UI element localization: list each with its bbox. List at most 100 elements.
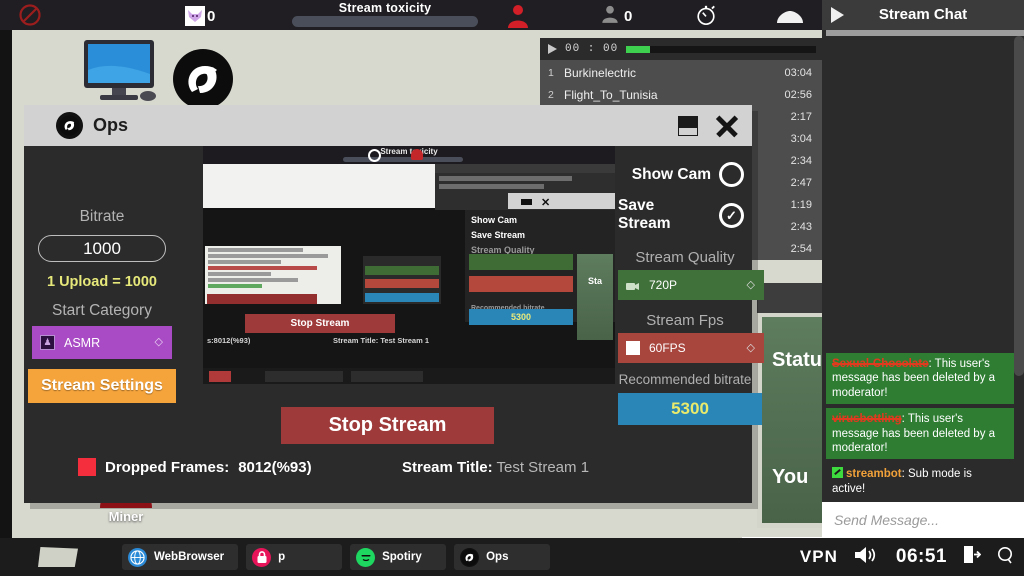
search-icon[interactable] (997, 546, 1014, 569)
stream-chat-header[interactable]: Stream Chat (822, 0, 1024, 30)
chevron-updown-icon: ◇ (154, 336, 163, 348)
bitrate-label: Bitrate (79, 208, 125, 225)
lock-icon (252, 547, 272, 567)
show-cam-toggle[interactable]: Show Cam (618, 162, 752, 187)
preview-dropped-frames: s:8012(%93) (207, 336, 251, 345)
cloud-icon (775, 10, 805, 29)
show-cam-label: Show Cam (631, 165, 711, 183)
no-entry-icon (18, 3, 42, 27)
stopwatch-icon (695, 4, 717, 31)
exit-door-icon[interactable] (963, 545, 982, 569)
music-player-controls[interactable]: 00 : 00 (540, 38, 822, 60)
taskbar-item-ops[interactable]: Ops (454, 544, 551, 570)
track-duration: 03:04 (784, 67, 812, 79)
save-stream-toggle[interactable]: Save Stream ✓ (618, 197, 752, 233)
track-duration: 2:54 (790, 243, 812, 255)
stream-chat-panel[interactable]: Stream Chat Sexual-Chocolate: This user'… (822, 0, 1024, 538)
preview-red-person-icon (411, 149, 423, 160)
preview-stream-title: Stream Title: Test Stream 1 (333, 336, 430, 345)
stream-toxicity-bar (292, 16, 478, 27)
stream-fps-value: 60FPS (649, 341, 686, 355)
start-category-select[interactable]: ♟ ASMR ◇ (32, 326, 172, 359)
chat-message: Sexual-Chocolate: This user's message ha… (826, 353, 1014, 405)
track-duration: 3:04 (790, 133, 812, 145)
stream-fps-select[interactable]: 60FPS ◇ (618, 333, 764, 363)
stream-chat-messages: Sexual-Chocolate: This user's message ha… (826, 353, 1014, 500)
os-taskbar[interactable]: WebBrowser p Spotiry Ops VPN 06:51 (0, 538, 1024, 576)
preview-stop-stream-button: Stop Stream (245, 314, 395, 333)
music-time: 00 : 00 (565, 43, 619, 55)
preview-mini-toolbar (435, 164, 615, 173)
preview-fps-select (469, 276, 573, 292)
stream-quality-select[interactable]: 720P ◇ (618, 270, 764, 300)
monitor-icon[interactable] (82, 40, 162, 102)
cat-avatar-icon (185, 6, 205, 26)
preview-taskbar-item (351, 371, 423, 382)
verified-bot-icon (832, 467, 843, 479)
viewer-counter: 0 (600, 4, 632, 29)
stream-toxicity-meter: Stream toxicity (280, 0, 490, 30)
recommended-bitrate-value: 5300 (618, 393, 762, 425)
preview-white-window (203, 164, 435, 208)
taskbar-item-webbrowser[interactable]: WebBrowser (122, 544, 239, 570)
chat-username: streambot (846, 468, 902, 481)
stream-title-row: Stream Title: Test Stream 1 (402, 459, 589, 476)
track-duration: 02:56 (784, 89, 812, 101)
speaker-icon[interactable] (854, 545, 880, 570)
stream-toxicity-label: Stream toxicity (338, 1, 432, 15)
viewer-count: 0 (624, 8, 633, 25)
track-duration: 2:43 (790, 221, 812, 233)
stop-stream-button[interactable]: Stop Stream (281, 407, 494, 444)
stream-settings-button[interactable]: Stream Settings (28, 369, 176, 403)
dropped-frames-value: 8012(%93) (238, 458, 312, 476)
bitrate-input[interactable]: 1000 (38, 235, 166, 262)
taskbar-apps[interactable]: WebBrowser p Spotiry Ops (122, 544, 551, 570)
chevron-updown-icon: ◇ (746, 341, 755, 354)
show-cam-checkbox-icon[interactable] (719, 162, 744, 187)
white-square-icon (626, 341, 640, 355)
taskbar-item-spotiry[interactable]: Spotiry (350, 544, 447, 570)
ops-window-buttons[interactable] (676, 113, 740, 139)
preview-taskbar-item (209, 371, 231, 382)
upload-equation: 1 Upload = 1000 (46, 274, 157, 290)
list-item[interactable]: 2 Flight_To_Tunisia 02:56 (540, 84, 822, 106)
preview-ring-icon (368, 149, 381, 162)
chevron-updown-icon: ◇ (746, 278, 755, 291)
ops-titlebar[interactable]: Ops (24, 105, 752, 146)
spotify-icon (356, 547, 376, 567)
preview-text-lines (439, 176, 609, 192)
close-icon[interactable] (714, 113, 740, 139)
chat-input-placeholder: Send Message... (834, 512, 940, 528)
track-duration: 2:17 (790, 111, 812, 123)
play-icon[interactable] (548, 44, 557, 54)
save-stream-checkbox-icon[interactable]: ✓ (719, 202, 744, 228)
follower-counter: 0 (185, 6, 215, 26)
video-camera-icon (626, 279, 640, 291)
preview-inner-bitrate (365, 293, 439, 302)
taskbar-item-p[interactable]: p (246, 544, 343, 570)
dropped-frames-status: Dropped Frames: 8012(%93) (78, 458, 312, 476)
folder-icon[interactable] (38, 547, 78, 567)
game-screen: 0 Stream toxicity 0 00 : 00 1 Burkinelec… (0, 0, 1024, 576)
preview-taskbar-item (265, 371, 343, 382)
minimize-icon[interactable] (676, 114, 700, 138)
follower-count: 0 (207, 7, 216, 25)
stream-quality-value: 720P (649, 278, 678, 292)
ops-logo-icon[interactable] (172, 48, 234, 110)
preview-show-cam-label: Show Cam (471, 215, 518, 225)
chat-message: streambot: Sub mode is active! (826, 463, 1014, 500)
ops-window-title: Ops (93, 115, 129, 135)
music-progress-bar[interactable] (626, 45, 816, 53)
track-duration: 2:34 (790, 155, 812, 167)
list-item[interactable]: 1 Burkinelectric 03:04 (540, 62, 822, 84)
chat-username: Sexual-Chocolate (832, 358, 929, 370)
recommended-bitrate-label: Recommended bitrate (618, 372, 752, 387)
taskbar-system-tray[interactable]: VPN 06:51 (800, 538, 1014, 576)
stream-chat-scrollbar[interactable] (1014, 36, 1024, 376)
taskbar-item-label: Spotiry (382, 551, 422, 563)
chat-input-field[interactable]: Send Message... (822, 502, 1024, 538)
vpn-indicator[interactable]: VPN (800, 547, 838, 567)
track-index: 2 (548, 89, 554, 101)
taskbar-item-label: p (278, 551, 286, 563)
preview-save-stream-label: Save Stream (471, 230, 526, 240)
